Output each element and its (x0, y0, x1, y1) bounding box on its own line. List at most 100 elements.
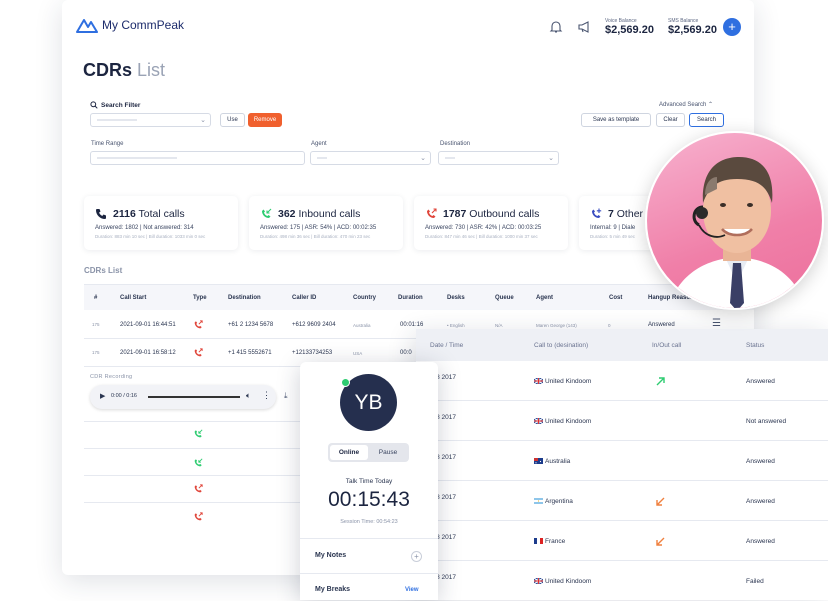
row-call-start: 2021-09-01 16:58:12 (120, 350, 176, 356)
row-divider (84, 475, 304, 476)
volume-icon[interactable]: 🔈︎ (246, 391, 251, 401)
commpeak-logo-icon (76, 19, 98, 33)
remove-button[interactable]: Remove (248, 113, 282, 127)
status-toggle: Online Pause (328, 443, 409, 462)
view-breaks-link[interactable]: View (405, 587, 419, 593)
sms-balance: SMS Balance $2,569.20 (668, 18, 717, 36)
col-call-to: Call to (desination) (534, 342, 589, 349)
other-calls-count: 7 (608, 208, 614, 220)
my-notes-label[interactable]: My Notes (315, 552, 346, 559)
call-status: Failed (746, 578, 764, 585)
voice-balance-value: $2,569.20 (605, 24, 654, 36)
col-call-start[interactable]: Call Start (120, 295, 146, 301)
list-item[interactable]: N 28 2017 03 France Answered (416, 521, 828, 561)
advanced-search-label: Advanced Search (659, 102, 707, 108)
destination-label: Destination (440, 141, 471, 147)
row-duration: 00:01:16 (400, 322, 424, 328)
col-number: # (94, 295, 98, 301)
menu-icon[interactable]: ☰ (712, 318, 721, 329)
outbound-calls-count: 1787 (443, 208, 467, 220)
row-divider (84, 448, 304, 449)
col-duration[interactable]: Duration (398, 295, 423, 301)
talk-time-label: Talk Time Today (345, 478, 393, 485)
app-logo[interactable]: My CommPeak (76, 17, 184, 33)
destination-select[interactable]: ⌄ (438, 151, 559, 165)
row-hangup-reason: Answered (648, 322, 675, 328)
agent-status-panel: YB Online Pause Talk Time Today 00:15:43… (300, 362, 438, 600)
outbound-call-icon (194, 512, 203, 521)
audio-progress-track[interactable] (148, 396, 240, 398)
advanced-search-toggle[interactable]: Advanced Search ⌃ (659, 101, 713, 108)
my-breaks-label: My Breaks (315, 586, 351, 593)
chevron-up-icon: ⌃ (708, 102, 714, 108)
uk-flag-icon (534, 378, 543, 384)
outbound-calls-duration: Duration: 847 min 46 sec | Bill duration… (425, 234, 538, 239)
col-date-time: Date / Time (430, 342, 464, 349)
use-button[interactable]: Use (220, 113, 245, 127)
online-button[interactable]: Online (330, 445, 368, 460)
row-queue: N/A (495, 323, 503, 328)
search-button[interactable]: Search (689, 113, 724, 127)
inbound-calls-count: 362 (278, 208, 296, 220)
row-number: 175 (92, 350, 100, 355)
arrow-up-right-icon (656, 377, 665, 386)
time-range-input[interactable] (90, 151, 305, 165)
list-item[interactable]: N 28 2017 03 Argentina Answered (416, 481, 828, 521)
list-item[interactable]: N 28 2017 03 United Kindoom Failed (416, 561, 828, 601)
cdrs-list-heading: CDRs List (84, 266, 123, 275)
inbound-call-icon (194, 429, 203, 438)
col-destination[interactable]: Destination (228, 295, 261, 301)
list-item[interactable]: N 28 2017 03 United Kindoom Not answered (416, 401, 828, 441)
arrow-down-left-icon (656, 537, 665, 546)
outbound-call-icon (194, 348, 203, 357)
page-title: CDRs List (83, 60, 165, 81)
page-title-bold: CDRs (83, 60, 133, 80)
inbound-calls-label: Inbound calls (298, 208, 361, 220)
call-destination: France (545, 538, 566, 545)
row-desk: • English (447, 323, 465, 328)
col-type[interactable]: Type (193, 295, 207, 301)
search-filter-label: Search Filter (101, 101, 141, 109)
save-template-button[interactable]: Save as template (581, 113, 651, 127)
pause-button[interactable]: Pause (369, 445, 407, 460)
download-icon[interactable]: ⤓ (284, 391, 288, 401)
total-calls-duration: Duration: 883 min 10 sec | Bill duration… (95, 234, 206, 239)
list-item[interactable]: N 28 2017 03 United Kindoom Answered (416, 361, 828, 401)
outbound-call-icon (427, 208, 437, 218)
col-status: Status (746, 342, 765, 349)
clear-button[interactable]: Clear (656, 113, 685, 127)
outbound-calls-detail: Answered: 730 | ASR: 42% | ACD: 00:03:25 (425, 225, 542, 231)
list-item[interactable]: N 28 2017 03 Australia Answered (416, 441, 828, 481)
outbound-calls-card[interactable]: 1787 Outbound calls Answered: 730 | ASR:… (414, 196, 568, 250)
cdr-table-header: # Call Start Type Destination Caller ID … (84, 284, 754, 310)
col-desks[interactable]: Desks (447, 295, 465, 301)
row-destination: +1 415 5552671 (228, 350, 272, 356)
argentina-flag-icon (534, 498, 543, 504)
play-icon[interactable]: ▶ (100, 392, 105, 400)
add-note-icon[interactable]: + (411, 551, 422, 562)
more-options-icon[interactable]: ⋮ (262, 390, 271, 401)
audio-player[interactable]: ▶ 0:00 / 0:16 🔈︎ ⋮ (90, 385, 276, 409)
col-in-out: In/Out call (652, 342, 682, 349)
talk-time-value: 00:15:43 (328, 488, 410, 511)
call-destination: Australia (545, 458, 571, 465)
session-time: Session Time: 00:54:23 (340, 519, 398, 525)
agent-select[interactable]: ⌄ (310, 151, 431, 165)
col-queue[interactable]: Queue (495, 295, 514, 301)
other-calls-detail: Internal: 9 | Diale (590, 225, 636, 231)
bell-icon[interactable] (549, 20, 563, 34)
megaphone-icon[interactable] (577, 20, 591, 34)
row-destination: +61 2 1234 5678 (228, 322, 274, 328)
call-status: Answered (746, 458, 775, 465)
add-button[interactable]: + (723, 18, 741, 36)
col-country[interactable]: Country (353, 295, 376, 301)
voice-balance: Voice Balance $2,569.20 (605, 18, 654, 36)
col-cost[interactable]: Cost (609, 295, 622, 301)
col-agent[interactable]: Agent (536, 295, 553, 301)
outbound-calls-label: Outbound calls (469, 208, 540, 220)
saved-filter-select[interactable]: ⌄ (90, 113, 211, 127)
inbound-calls-card[interactable]: 362 Inbound calls Answered: 175 | ASR: 5… (249, 196, 403, 250)
audio-time: 0:00 / 0:16 (111, 393, 137, 399)
total-calls-card[interactable]: 2116 Total calls Answered: 1802 | Not an… (84, 196, 238, 250)
col-caller-id[interactable]: Caller ID (292, 295, 316, 301)
